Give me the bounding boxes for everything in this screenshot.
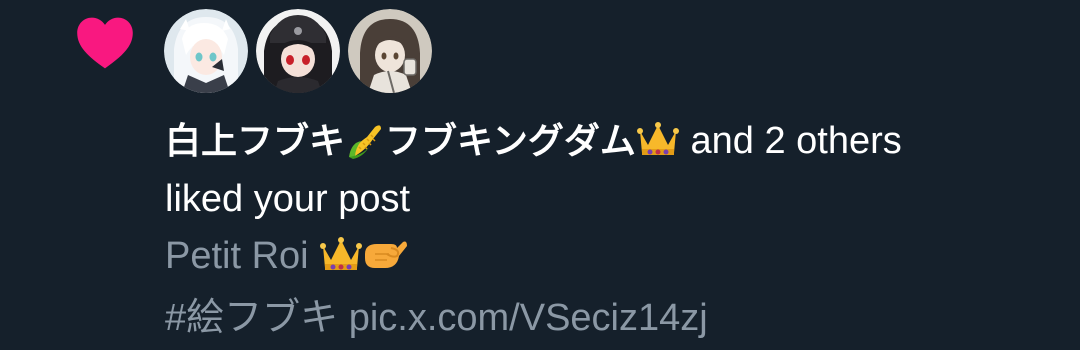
corn-emoji	[349, 125, 382, 159]
avatar-row	[164, 9, 432, 93]
notification-title: 白上フブキ フブキングダム and 2 others	[165, 119, 902, 164]
action-text: liked your post	[165, 178, 411, 220]
crown-emoji	[320, 237, 363, 270]
avatar[interactable]	[348, 9, 432, 93]
post-hashtag-link[interactable]: #絵フブキ pic.x.com/VSeciz14zj	[165, 296, 708, 340]
post-preview[interactable]: Petit Roi	[165, 234, 409, 278]
like-notification[interactable]: 白上フブキ フブキングダム and 2 others liked your po…	[0, 0, 1080, 350]
others-text: and 2 others	[679, 120, 902, 162]
avatar[interactable]	[164, 9, 248, 93]
heart-icon	[77, 17, 133, 69]
actor-name[interactable]: 白上フブキ	[165, 121, 345, 162]
actor-name-2[interactable]: フブキングダム	[385, 121, 636, 162]
pinching-hand-emoji	[365, 241, 408, 268]
post-preview-text: Petit Roi	[165, 235, 320, 277]
avatar[interactable]	[256, 9, 340, 93]
crown-emoji	[636, 122, 679, 155]
